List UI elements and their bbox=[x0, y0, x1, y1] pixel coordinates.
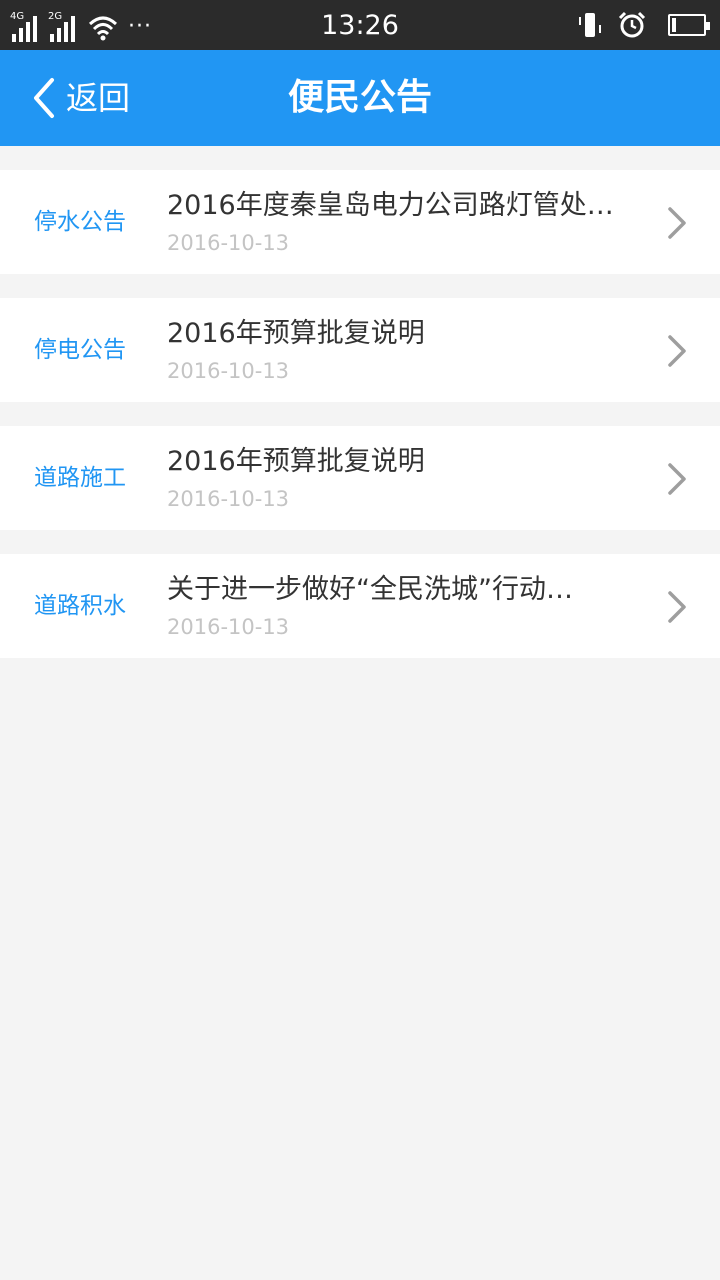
notice-category: 停电公告 bbox=[34, 337, 126, 363]
alarm-icon bbox=[618, 11, 646, 38]
chevron-right-icon bbox=[668, 463, 686, 495]
notice-title: 2016年预算批复说明 bbox=[167, 446, 425, 477]
notice-category: 道路积水 bbox=[34, 593, 126, 619]
status-bar: 4G 2G ··· 13:26 bbox=[0, 0, 720, 50]
notice-date: 2016-10-13 bbox=[167, 487, 290, 511]
notice-item[interactable]: 停电公告 2016年预算批复说明 2016-10-13 bbox=[0, 298, 720, 402]
notice-item[interactable]: 道路施工 2016年预算批复说明 2016-10-13 bbox=[0, 426, 720, 530]
chevron-right-icon bbox=[668, 335, 686, 367]
notice-item[interactable]: 停水公告 2016年度秦皇岛电力公司路灯管处… 2016-10-13 bbox=[0, 170, 720, 274]
notice-category: 道路施工 bbox=[34, 465, 126, 491]
battery-icon bbox=[668, 14, 710, 36]
notice-category: 停水公告 bbox=[34, 209, 126, 235]
notice-list: 停水公告 2016年度秦皇岛电力公司路灯管处… 2016-10-13 停电公告 … bbox=[0, 170, 720, 682]
notice-item[interactable]: 道路积水 关于进一步做好“全民洗城”行动… 2016-10-13 bbox=[0, 554, 720, 658]
notice-date: 2016-10-13 bbox=[167, 231, 290, 255]
notice-date: 2016-10-13 bbox=[167, 615, 290, 639]
notice-title: 2016年预算批复说明 bbox=[167, 318, 425, 349]
status-right-icons bbox=[576, 10, 710, 40]
notice-date: 2016-10-13 bbox=[167, 359, 290, 383]
notice-title: 关于进一步做好“全民洗城”行动… bbox=[167, 574, 573, 605]
page-title: 便民公告 bbox=[287, 77, 432, 118]
vibrate-icon bbox=[579, 13, 601, 37]
header-bar: 返回 便民公告 bbox=[0, 50, 720, 146]
notice-title: 2016年度秦皇岛电力公司路灯管处… bbox=[167, 190, 614, 221]
chevron-right-icon bbox=[668, 591, 686, 623]
chevron-right-icon bbox=[668, 207, 686, 239]
